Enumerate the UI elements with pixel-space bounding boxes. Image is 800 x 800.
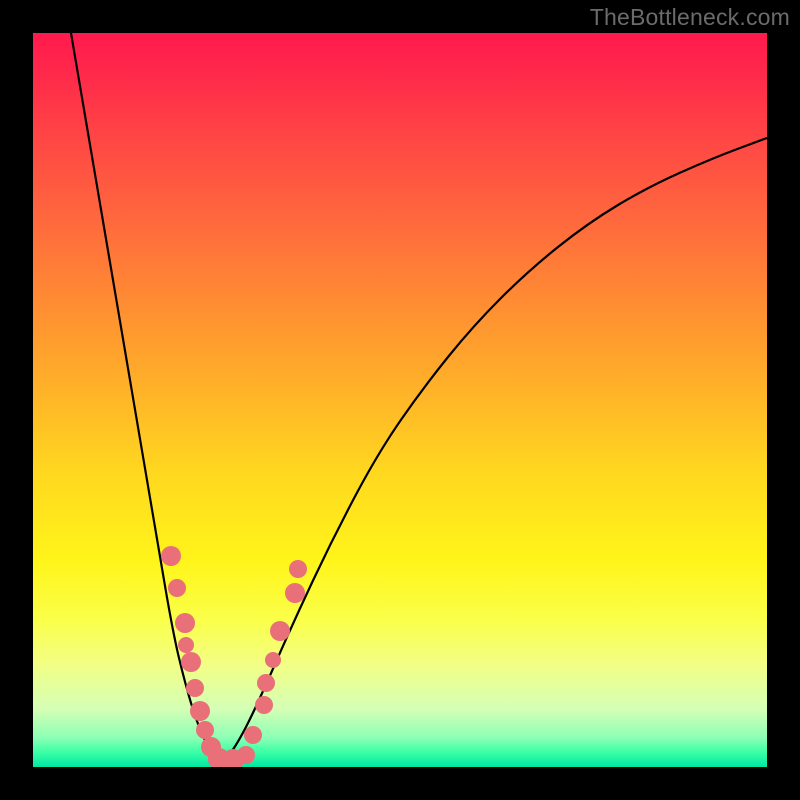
chart-frame: TheBottleneck.com [0, 0, 800, 800]
scatter-dot [175, 613, 195, 633]
chart-svg [33, 33, 767, 767]
scatter-dot [178, 637, 194, 653]
scatter-dots [161, 546, 307, 767]
scatter-dot [270, 621, 290, 641]
scatter-dot [265, 652, 281, 668]
scatter-dot [196, 721, 214, 739]
scatter-dot [237, 746, 255, 764]
plot-area [33, 33, 767, 767]
scatter-dot [285, 583, 305, 603]
watermark-text: TheBottleneck.com [590, 4, 790, 31]
right-branch-curve [221, 138, 767, 766]
scatter-dot [190, 701, 210, 721]
scatter-dot [257, 674, 275, 692]
scatter-dot [186, 679, 204, 697]
scatter-dot [255, 696, 273, 714]
scatter-dot [289, 560, 307, 578]
scatter-dot [161, 546, 181, 566]
scatter-dot [181, 652, 201, 672]
scatter-dot [244, 726, 262, 744]
scatter-dot [168, 579, 186, 597]
